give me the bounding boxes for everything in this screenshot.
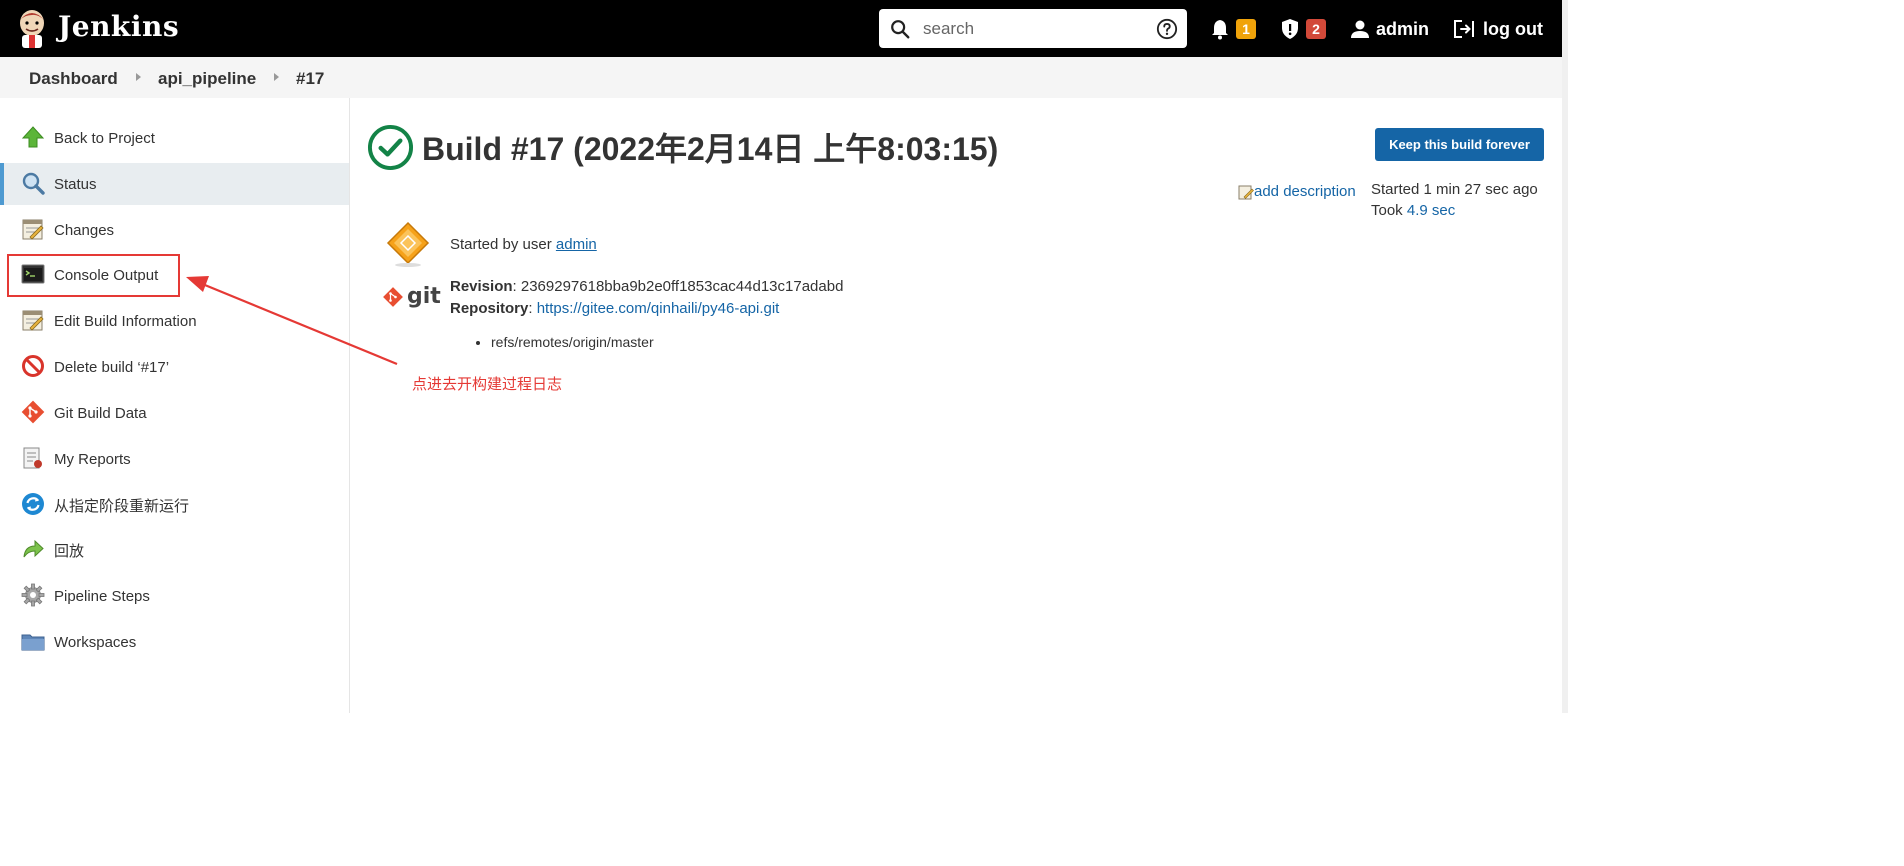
bell-icon [1212, 20, 1228, 40]
top-header: Jenkins 1 [0, 0, 1568, 57]
started-ago: Started 1 min 27 sec ago [1371, 181, 1538, 198]
sidebar-item-label: 回放 [54, 542, 85, 560]
sidebar-item-edit-build-information[interactable]: Edit Build Information [0, 300, 349, 342]
user-icon [1351, 20, 1369, 38]
repository-row: Repository: https://gitee.com/qinhaili/p… [450, 298, 843, 320]
notifications-badge: 1 [1236, 19, 1256, 39]
help-icon[interactable] [1156, 18, 1178, 40]
git-text: git [407, 284, 441, 309]
sidebar-item-label: Git Build Data [54, 404, 147, 422]
sidebar-item-label: My Reports [54, 450, 131, 468]
page-title: Build #17 (2022年2月14日 上午8:03:15) [422, 131, 999, 167]
sidebar-item-delete-build[interactable]: Delete build ‘#17’ [0, 346, 349, 388]
user-menu[interactable]: admin [1350, 14, 1429, 44]
up-arrow-icon [21, 126, 45, 148]
jenkins-logo-icon[interactable] [16, 8, 48, 50]
blank-area [1568, 0, 1904, 866]
git-icon [383, 286, 403, 307]
add-description-link[interactable]: add description [1238, 183, 1356, 200]
sidebar-item-my-reports[interactable]: My Reports [0, 438, 349, 480]
repository-link[interactable]: https://gitee.com/qinhaili/py46-api.git [537, 300, 780, 317]
breadcrumb-separator [136, 73, 141, 81]
keep-build-forever-button[interactable]: Keep this build forever [1375, 128, 1544, 161]
breadcrumb-build[interactable]: #17 [296, 69, 324, 89]
sidebar-item-restart-from-stage[interactable]: 从指定阶段重新运行 [0, 484, 349, 526]
report-icon [23, 447, 42, 469]
breadcrumb: Dashboard api_pipeline #17 [0, 57, 1568, 98]
sidebar-item-label: Pipeline Steps [54, 587, 150, 605]
magnifier-icon [22, 172, 45, 195]
jenkins-page: Jenkins 1 [0, 0, 1568, 866]
refresh-icon [22, 493, 44, 515]
sidebar-item-replay[interactable]: 回放 [0, 529, 349, 571]
sidebar-item-label: Changes [54, 221, 115, 239]
notepad-edit-icon [22, 310, 44, 331]
revision-value: : 2369297618bba9b2e0ff1853cac44d13c17ada… [512, 278, 844, 295]
sidebar-item-label: Back to Project [54, 129, 155, 147]
sidebar-item-label: Edit Build Information [54, 312, 197, 330]
security-button[interactable]: 2 [1280, 14, 1326, 44]
git-icon [21, 400, 45, 424]
started-by-text: Started by user admin [450, 236, 597, 253]
sidebar-item-label: Workspaces [54, 633, 137, 651]
annotation-text: 点进去开构建过程日志 [412, 376, 563, 393]
notepad-edit-icon [1238, 185, 1254, 199]
user-cause-icon [386, 221, 430, 267]
annotation-highlight-box [7, 254, 180, 297]
shield-icon [1282, 19, 1298, 39]
sidebar-item-label: Status [54, 175, 97, 193]
sidebar-item-back-to-project[interactable]: Back to Project [0, 117, 349, 159]
breadcrumb-separator [274, 73, 279, 81]
gear-icon [21, 583, 45, 607]
logout-label: log out [1483, 18, 1543, 39]
sidebar-item-pipeline-steps[interactable]: Pipeline Steps [0, 575, 349, 617]
breadcrumb-dashboard[interactable]: Dashboard [29, 69, 118, 89]
took-prefix: Took [1371, 202, 1407, 219]
sidebar-item-label: Delete build ‘#17’ [54, 358, 170, 376]
no-entry-icon [22, 355, 44, 377]
user-name: admin [1376, 18, 1430, 39]
logout-button[interactable]: log out [1453, 14, 1543, 44]
sidebar: Back to Project Status Changes Console O… [0, 98, 350, 713]
notepad-icon [22, 219, 44, 240]
breadcrumb-job[interactable]: api_pipeline [158, 69, 256, 89]
replay-icon [23, 539, 44, 558]
success-check-icon [367, 124, 414, 171]
sidebar-item-workspaces[interactable]: Workspaces [0, 621, 349, 663]
revision-label: Revision [450, 278, 513, 295]
build-timing: Started 1 min 27 sec ago Took 4.9 sec [1371, 179, 1538, 221]
refs-list: refs/remotes/origin/master [474, 334, 654, 350]
build-duration: Took 4.9 sec [1371, 200, 1538, 221]
repository-label: Repository [450, 300, 529, 317]
search-box [879, 9, 1187, 48]
logout-icon [1454, 20, 1474, 38]
sidebar-item-git-build-data[interactable]: Git Build Data [0, 392, 349, 434]
sidebar-item-changes[interactable]: Changes [0, 209, 349, 251]
git-revision-info: Revision: 2369297618bba9b2e0ff1853cac44d… [450, 276, 843, 320]
search-input[interactable] [921, 15, 1145, 43]
sidebar-item-label: 从指定阶段重新运行 [54, 497, 190, 515]
add-description-label: add description [1254, 183, 1356, 200]
list-item: refs/remotes/origin/master [491, 334, 654, 350]
brand-title[interactable]: Jenkins [58, 10, 179, 43]
started-by-user-link[interactable]: admin [556, 236, 597, 253]
repository-separator: : [528, 300, 537, 317]
security-badge: 2 [1306, 19, 1326, 39]
git-logo: git [383, 284, 441, 309]
revision-row: Revision: 2369297618bba9b2e0ff1853cac44d… [450, 276, 843, 298]
notifications-button[interactable]: 1 [1210, 14, 1256, 44]
build-duration-link[interactable]: 4.9 sec [1407, 202, 1455, 219]
started-by-prefix: Started by user [450, 236, 556, 253]
sidebar-item-status[interactable]: Status [0, 163, 349, 205]
search-icon [891, 20, 910, 39]
folder-icon [21, 634, 45, 651]
